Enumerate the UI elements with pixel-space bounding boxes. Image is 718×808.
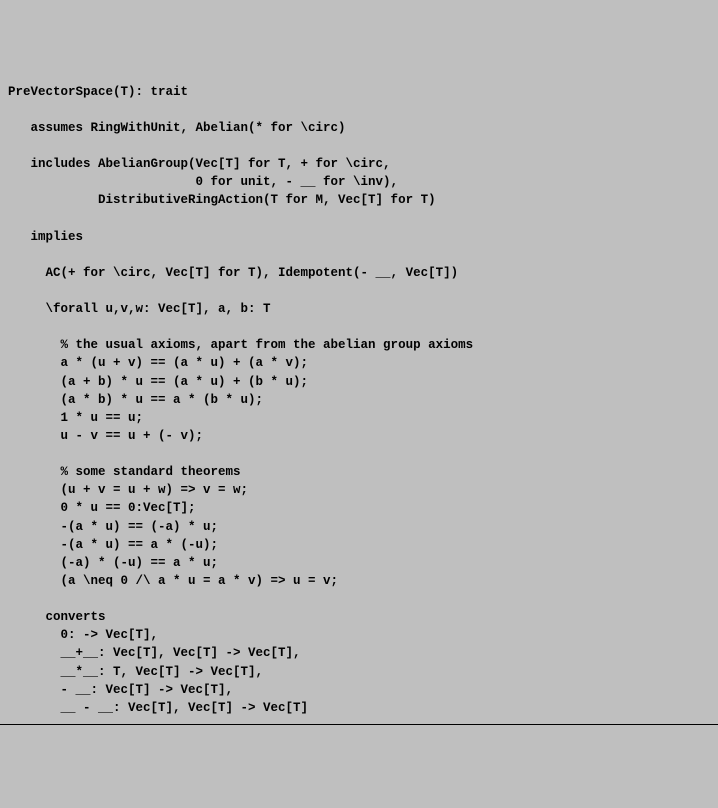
code-line: (u + v = u + w) => v = w; xyxy=(8,483,248,497)
code-line: assumes RingWithUnit, Abelian(* for \cir… xyxy=(8,121,346,135)
code-line: AC(+ for \circ, Vec[T] for T), Idempoten… xyxy=(8,266,458,280)
code-line: (-a) * (-u) == a * u; xyxy=(8,556,218,570)
code-line: 1 * u == u; xyxy=(8,411,143,425)
code-line: % the usual axioms, apart from the abeli… xyxy=(8,338,473,352)
code-line: 0: -> Vec[T], xyxy=(8,628,158,642)
code-line: (a * b) * u == a * (b * u); xyxy=(8,393,263,407)
code-block: PreVectorSpace(T): trait assumes RingWit… xyxy=(8,83,710,717)
code-line: (a + b) * u == (a * u) + (b * u); xyxy=(8,375,308,389)
code-line: converts xyxy=(8,610,106,624)
code-line: DistributiveRingAction(T for M, Vec[T] f… xyxy=(8,193,436,207)
code-line: % some standard theorems xyxy=(8,465,241,479)
code-line: PreVectorSpace(T): trait xyxy=(8,85,188,99)
code-line: a * (u + v) == (a * u) + (a * v); xyxy=(8,356,308,370)
code-line: __*__: T, Vec[T] -> Vec[T], xyxy=(8,665,263,679)
code-line: -(a * u) == a * (-u); xyxy=(8,538,218,552)
code-line: (a \neq 0 /\ a * u = a * v) => u = v; xyxy=(8,574,338,588)
code-line: \forall u,v,w: Vec[T], a, b: T xyxy=(8,302,271,316)
code-line: -(a * u) == (-a) * u; xyxy=(8,520,218,534)
code-line: includes AbelianGroup(Vec[T] for T, + fo… xyxy=(8,157,391,171)
code-line: implies xyxy=(8,230,83,244)
code-line: __+__: Vec[T], Vec[T] -> Vec[T], xyxy=(8,646,301,660)
code-line: 0 * u == 0:Vec[T]; xyxy=(8,501,196,515)
code-line: u - v == u + (- v); xyxy=(8,429,203,443)
code-line: 0 for unit, - __ for \inv), xyxy=(8,175,398,189)
code-line: - __: Vec[T] -> Vec[T], xyxy=(8,683,233,697)
code-line: __ - __: Vec[T], Vec[T] -> Vec[T] xyxy=(8,701,308,715)
